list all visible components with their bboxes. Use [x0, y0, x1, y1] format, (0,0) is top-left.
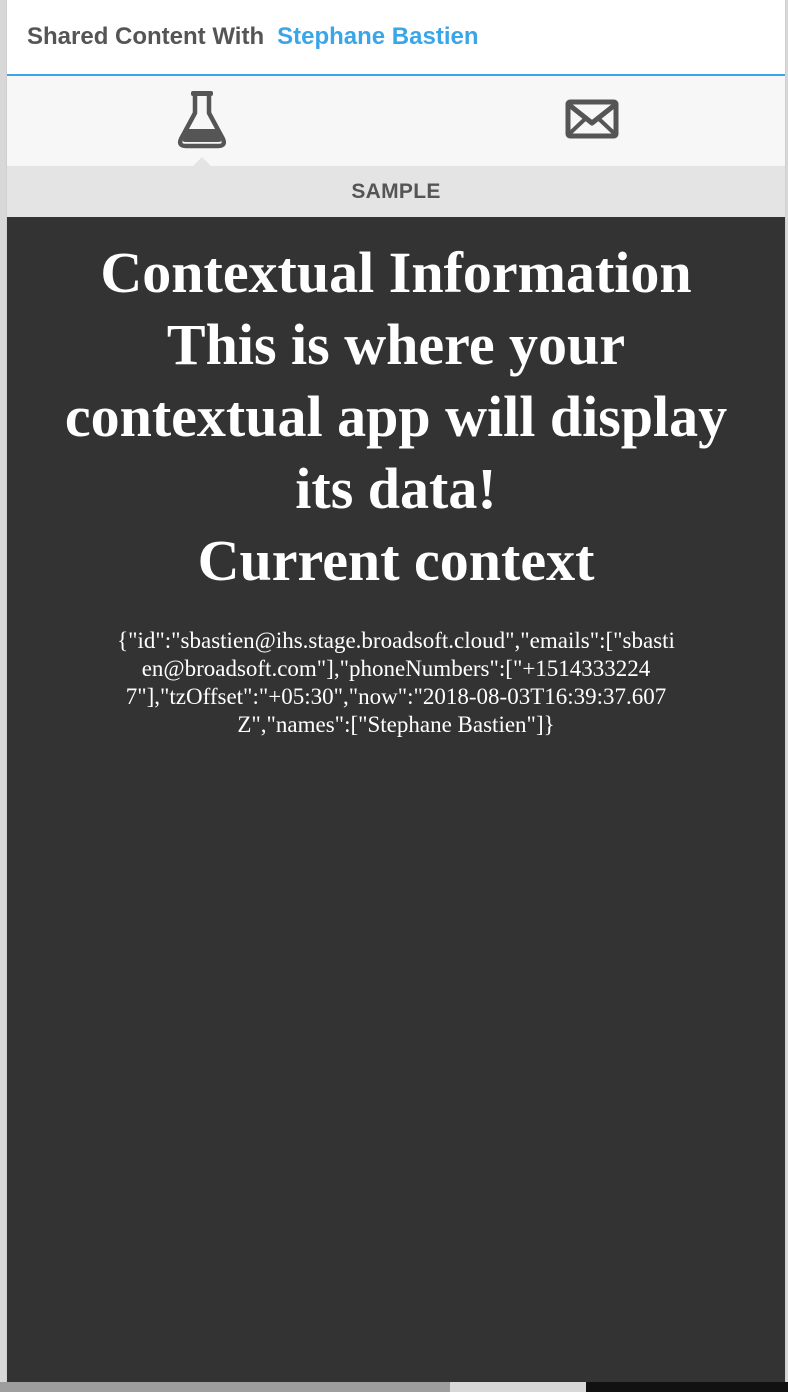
window-bottom-edge — [0, 1382, 450, 1392]
active-tab-indicator — [193, 157, 211, 166]
contact-name-link[interactable]: Stephane Bastien — [277, 23, 478, 51]
shared-content-label: Shared Content With — [27, 23, 265, 50]
section-title: SAMPLE — [351, 179, 441, 203]
contextual-content: Contextual Information This is where you… — [7, 217, 785, 1382]
window-bottom-edge-dark — [586, 1382, 788, 1392]
side-panel: Shared Content With Stephane Bastien SAM… — [6, 0, 786, 1382]
panel-header: Shared Content With Stephane Bastien — [7, 0, 785, 76]
heading-line: Current context — [197, 528, 595, 593]
page: Shared Content With Stephane Bastien SAM… — [0, 0, 788, 1392]
tab-sample[interactable] — [132, 76, 272, 166]
tab-email[interactable] — [522, 76, 662, 166]
flask-icon — [177, 89, 227, 154]
tab-bar — [7, 76, 785, 166]
heading-line: Contextual Information — [100, 240, 692, 305]
heading-line: This is where your — [166, 312, 626, 377]
heading-line: its data! — [295, 456, 497, 521]
contextual-heading: Contextual Information This is where you… — [31, 237, 761, 597]
section-header: SAMPLE — [7, 166, 785, 217]
current-context-json: {"id":"sbastien@ihs.stage.broadsoft.clou… — [117, 628, 675, 737]
envelope-icon — [565, 99, 619, 144]
heading-line: contextual app will display — [64, 384, 728, 449]
